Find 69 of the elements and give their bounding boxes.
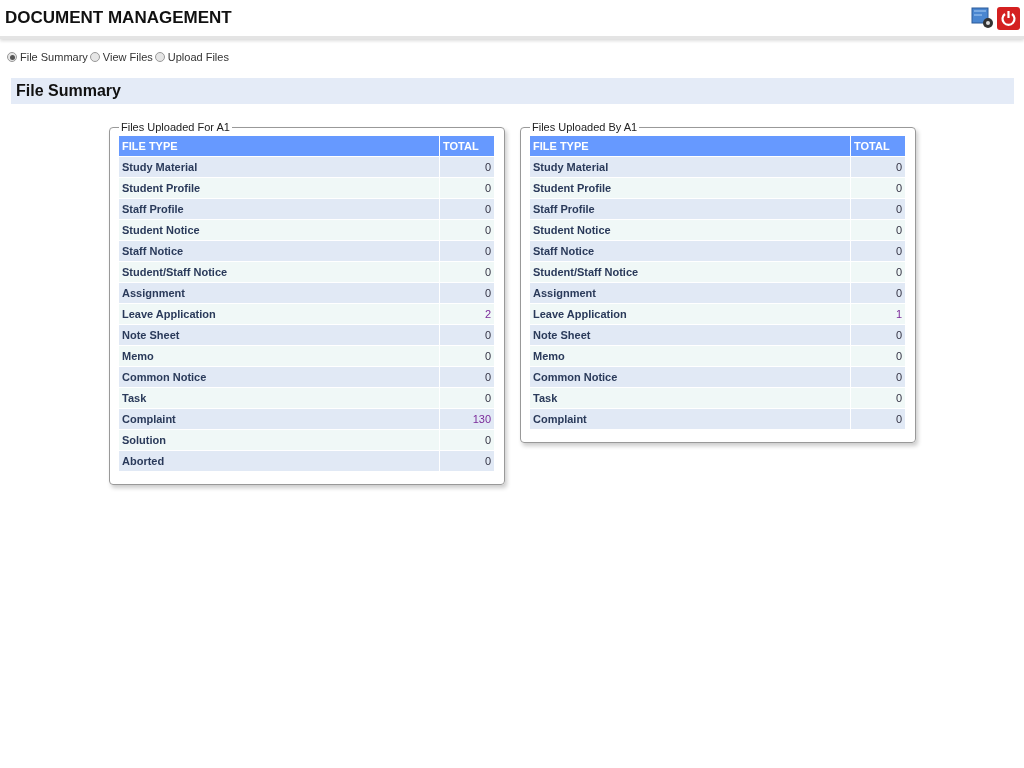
section-title: File Summary [16, 82, 121, 100]
total-cell: 0 [851, 262, 906, 283]
total-link[interactable]: 1 [895, 308, 902, 320]
total-cell: 0 [440, 430, 495, 451]
view-option-radio[interactable]: View Files [89, 51, 153, 63]
file-type-cell: Task [119, 388, 440, 409]
file-type-cell: Note Sheet [119, 325, 440, 346]
file-type-cell: Assignment [530, 283, 851, 304]
file-type-cell: Student/Staff Notice [530, 262, 851, 283]
page-title: DOCUMENT MANAGEMENT [5, 8, 232, 28]
file-type-cell: Note Sheet [530, 325, 851, 346]
total-cell: 0 [440, 346, 495, 367]
file-type-cell: Staff Profile [119, 199, 440, 220]
total-cell: 0 [851, 325, 906, 346]
file-type-cell: Staff Profile [530, 199, 851, 220]
panel-legend: Files Uploaded For A1 [119, 121, 232, 133]
total-cell: 0 [440, 178, 495, 199]
total-cell: 0 [440, 220, 495, 241]
total-cell: 0 [851, 409, 906, 430]
total-cell: 0 [440, 451, 495, 472]
file-type-cell: Staff Notice [530, 241, 851, 262]
total-cell: 0 [851, 283, 906, 304]
total-cell: 0 [440, 262, 495, 283]
file-type-cell: Memo [530, 346, 851, 367]
total-cell: 0 [851, 220, 906, 241]
file-type-cell: Student/Staff Notice [119, 262, 440, 283]
file-type-cell: Complaint [119, 409, 440, 430]
total-cell: 0 [851, 241, 906, 262]
file-type-cell: Common Notice [530, 367, 851, 388]
file-type-cell: Solution [119, 430, 440, 451]
total-cell: 0 [851, 346, 906, 367]
total-cell: 0 [440, 241, 495, 262]
file-type-cell: Student Notice [530, 220, 851, 241]
total-cell: 0 [440, 325, 495, 346]
total-cell: 0 [440, 199, 495, 220]
total-cell: 0 [851, 367, 906, 388]
file-type-cell: Memo [119, 346, 440, 367]
file-type-cell: Student Profile [119, 178, 440, 199]
total-cell: 0 [851, 388, 906, 409]
file-type-cell: Leave Application [530, 304, 851, 325]
total-cell: 0 [851, 178, 906, 199]
file-type-cell: Task [530, 388, 851, 409]
column-header: FILE TYPE [530, 136, 851, 157]
total-cell: 0 [440, 367, 495, 388]
file-type-cell: Student Profile [530, 178, 851, 199]
total-link[interactable]: 2 [484, 308, 491, 320]
total-cell: 0 [440, 283, 495, 304]
column-header: TOTAL [851, 136, 906, 157]
total-cell: 0 [851, 157, 906, 178]
file-type-cell: Assignment [119, 283, 440, 304]
panel-legend: Files Uploaded By A1 [530, 121, 640, 133]
file-type-cell: Student Notice [119, 220, 440, 241]
total-cell: 0 [851, 199, 906, 220]
view-option-radio[interactable]: File Summary [7, 51, 88, 63]
power-icon[interactable] [997, 6, 1020, 30]
file-type-cell: Study Material [530, 157, 851, 178]
file-type-cell: Common Notice [119, 367, 440, 388]
column-header: TOTAL [440, 136, 495, 157]
total-cell: 0 [440, 388, 495, 409]
total-cell: 0 [440, 157, 495, 178]
view-option-radio[interactable]: Upload Files [154, 51, 229, 63]
file-type-cell: Leave Application [119, 304, 440, 325]
total-link[interactable]: 130 [472, 413, 491, 425]
file-type-cell: Aborted [119, 451, 440, 472]
column-header: FILE TYPE [119, 136, 440, 157]
file-type-cell: Complaint [530, 409, 851, 430]
file-type-cell: Study Material [119, 157, 440, 178]
file-type-cell: Staff Notice [119, 241, 440, 262]
settings-icon[interactable] [971, 6, 995, 30]
